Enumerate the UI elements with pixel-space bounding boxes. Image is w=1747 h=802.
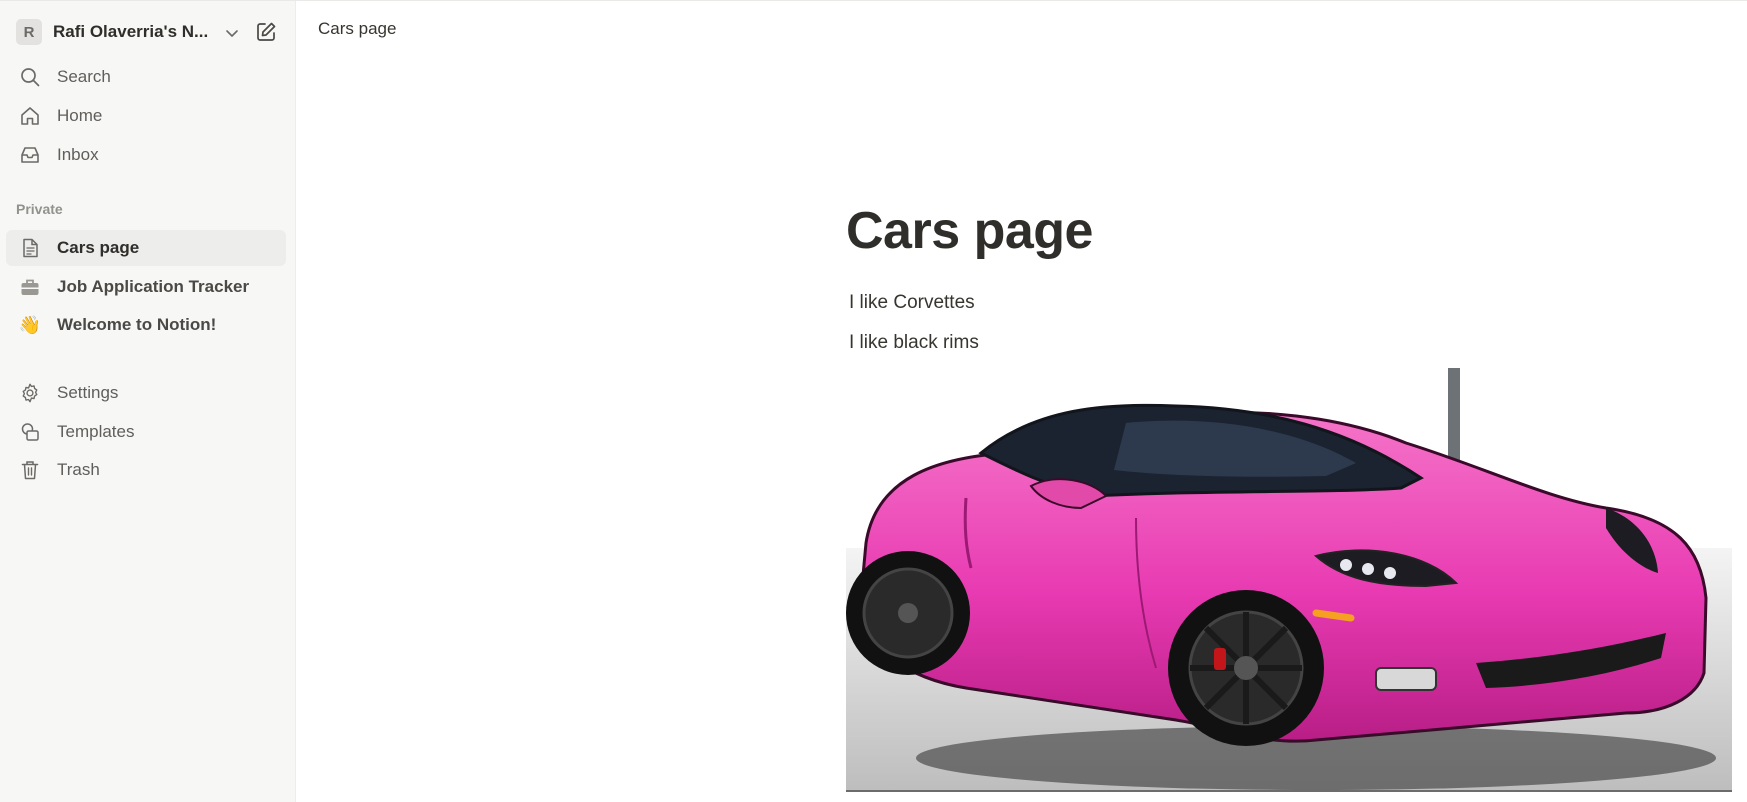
trash-icon — [18, 458, 42, 482]
briefcase-icon — [18, 275, 42, 299]
sidebar-item-label: Home — [57, 106, 103, 125]
sidebar-item-label: Cars page — [57, 238, 140, 257]
sidebar-item-label: Trash — [57, 460, 100, 479]
sidebar-item-inbox[interactable]: Inbox — [6, 137, 286, 173]
workspace-avatar: R — [16, 19, 42, 45]
sidebar-item-search[interactable]: Search — [6, 59, 286, 95]
gear-icon — [18, 381, 42, 405]
sidebar-item-label: Settings — [57, 383, 119, 402]
sidebar-item-trash[interactable]: Trash — [6, 452, 286, 488]
page-title[interactable]: Cars page — [846, 201, 1093, 261]
new-page-icon[interactable] — [254, 20, 278, 44]
section-label-private[interactable]: Private — [16, 201, 63, 217]
search-icon — [18, 65, 42, 89]
inbox-icon — [18, 143, 42, 167]
pink-corvette-illustration — [846, 368, 1732, 790]
page-content: Cars page Cars page I like Corvettes I l… — [296, 1, 1747, 802]
sidebar-item-templates[interactable]: Templates — [6, 414, 286, 450]
app-window: R Rafi Olaverria's N... Search Home Inbo… — [0, 0, 1747, 802]
sidebar-item-settings[interactable]: Settings — [6, 375, 286, 411]
sidebar-item-label: Welcome to Notion! — [57, 315, 217, 334]
breadcrumb[interactable]: Cars page — [318, 19, 396, 39]
home-icon — [18, 104, 42, 128]
sidebar-item-label: Job Application Tracker — [57, 277, 250, 296]
sidebar-page-job-application-tracker[interactable]: Job Application Tracker — [6, 269, 286, 305]
text-block[interactable]: I like Corvettes — [849, 292, 975, 314]
text-block[interactable]: I like black rims — [849, 332, 979, 354]
sidebar-item-label: Inbox — [57, 145, 99, 164]
sidebar-item-home[interactable]: Home — [6, 98, 286, 134]
sidebar-item-label: Search — [57, 67, 111, 86]
templates-icon — [18, 420, 42, 444]
sidebar: R Rafi Olaverria's N... Search Home Inbo… — [0, 1, 296, 802]
waving-hand-icon: 👋 — [18, 314, 42, 335]
sidebar-item-label: Templates — [57, 422, 135, 441]
car-image[interactable] — [846, 368, 1732, 792]
workspace-name[interactable]: Rafi Olaverria's N... — [53, 22, 213, 42]
chevron-down-icon[interactable] — [222, 23, 242, 43]
workspace-switcher[interactable]: R Rafi Olaverria's N... — [0, 13, 296, 51]
sidebar-page-welcome-to-notion[interactable]: 👋 Welcome to Notion! — [6, 307, 286, 343]
sidebar-page-cars-page[interactable]: Cars page — [6, 230, 286, 266]
page-icon — [18, 236, 42, 260]
